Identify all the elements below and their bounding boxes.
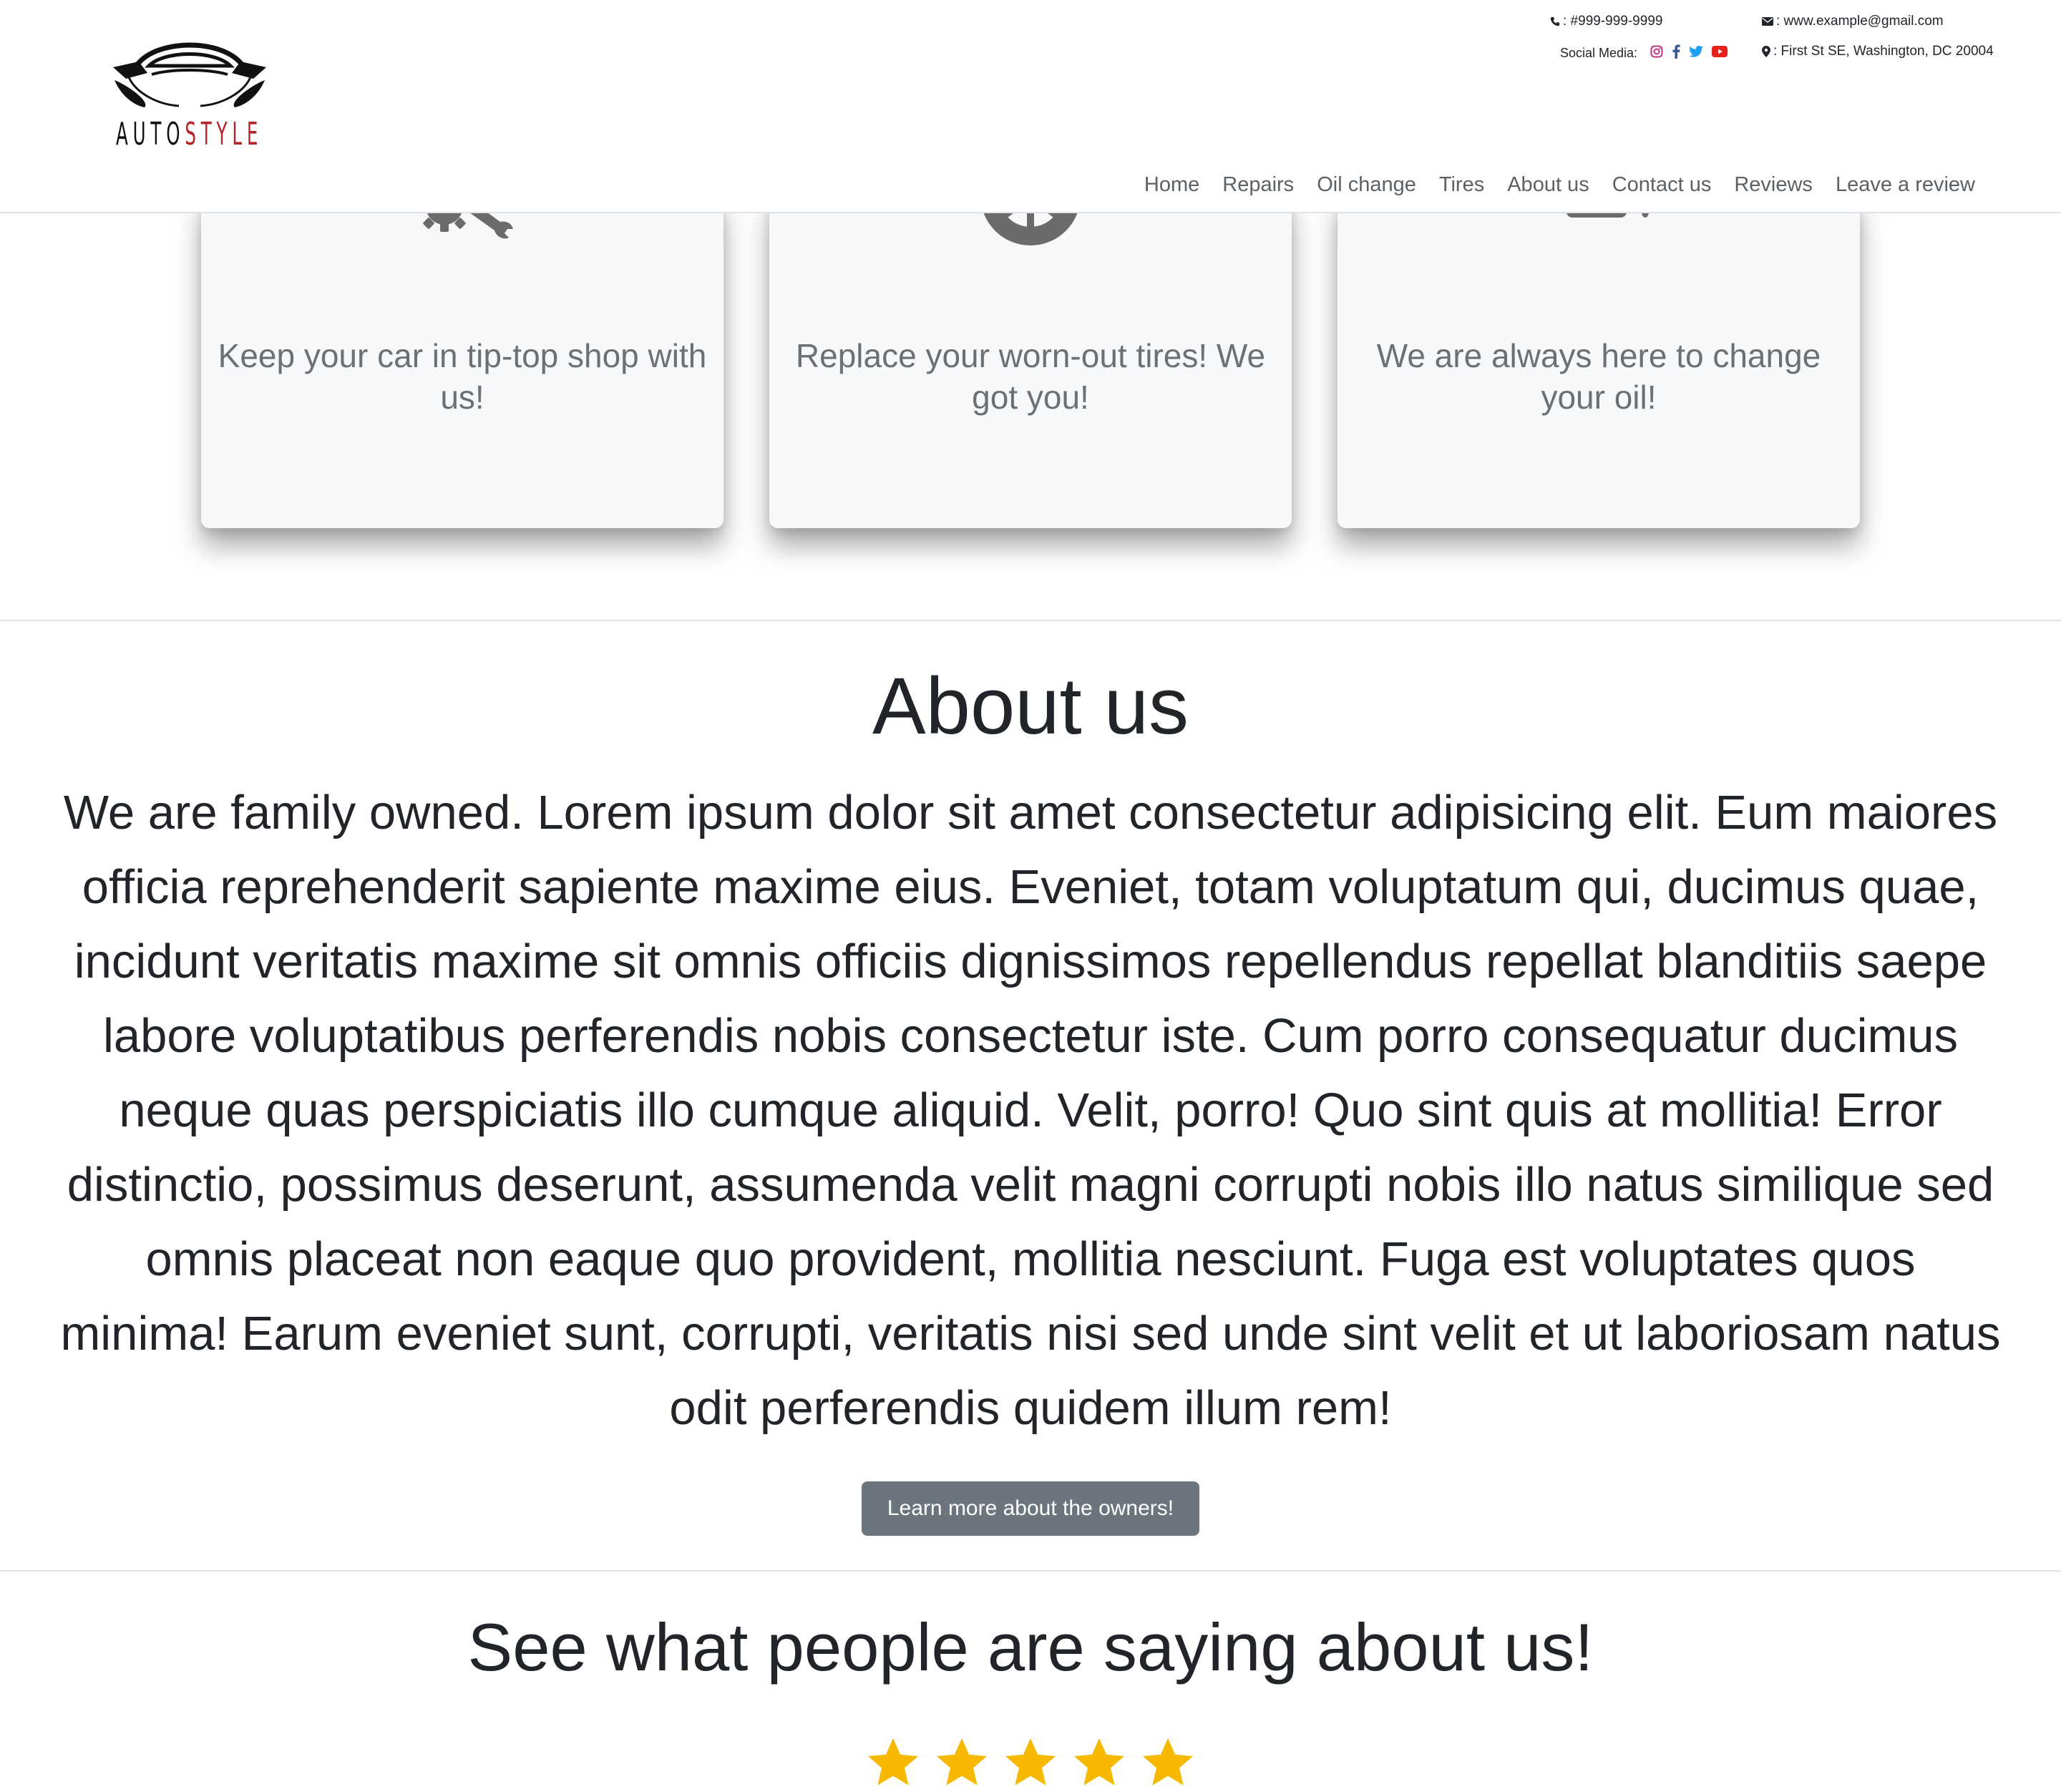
service-card-tires[interactable]: Replace your worn-out tires! We got you! xyxy=(769,192,1292,528)
contact-phone: : #999-999-9999 xyxy=(1550,14,1662,28)
social-media-label: Social Media: xyxy=(1560,46,1638,60)
star-icon xyxy=(1143,1738,1193,1786)
youtube-icon[interactable] xyxy=(1712,46,1728,61)
twitter-icon[interactable] xyxy=(1689,46,1704,61)
star-rating xyxy=(0,1735,2061,1792)
nav-contact-us[interactable]: Contact us xyxy=(1601,170,1723,199)
street-address: : First St SE, Washington, DC 20004 xyxy=(1773,44,1994,59)
star-icon xyxy=(1005,1738,1056,1786)
nav-tires[interactable]: Tires xyxy=(1428,170,1496,199)
brand-wordmark[interactable]: AUTOSTYLE xyxy=(116,119,263,150)
main-nav: Home Repairs Oil change Tires About us C… xyxy=(1133,170,1987,199)
brand-name-part2: STYLE xyxy=(185,116,263,152)
social-media: Social Media: xyxy=(1560,44,1728,62)
map-marker-icon xyxy=(1762,45,1770,57)
nav-oil-change[interactable]: Oil change xyxy=(1305,170,1428,199)
service-card-text: We are always here to change your oil! xyxy=(1376,337,1821,417)
envelope-icon xyxy=(1762,16,1773,26)
nav-leave-a-review[interactable]: Leave a review xyxy=(1824,170,1987,199)
brand-name-part1: AUTO xyxy=(116,116,185,152)
section-divider xyxy=(0,1570,2061,1572)
phone-number: : #999-999-9999 xyxy=(1563,14,1663,29)
about-title: About us xyxy=(872,661,1189,751)
star-icon xyxy=(1074,1738,1124,1786)
site-header: AUTOSTYLE : #999-999-9999 : www.example@… xyxy=(0,0,2061,213)
nav-home[interactable]: Home xyxy=(1133,170,1211,199)
service-card-oil-change[interactable]: We are always here to change your oil! xyxy=(1338,192,1860,528)
facebook-icon[interactable] xyxy=(1672,44,1680,62)
contact-address: : First St SE, Washington, DC 20004 xyxy=(1762,44,1994,58)
instagram-icon[interactable] xyxy=(1650,45,1663,62)
phone-icon xyxy=(1550,16,1560,26)
reviews-title: See what people are saying about us! xyxy=(467,1610,1594,1685)
learn-more-owners-button[interactable]: Learn more about the owners! xyxy=(862,1481,1199,1536)
nav-repairs[interactable]: Repairs xyxy=(1211,170,1305,199)
star-icon xyxy=(937,1738,987,1786)
nav-about-us[interactable]: About us xyxy=(1496,170,1600,199)
car-logo-icon xyxy=(113,42,266,107)
service-card-text: Replace your worn-out tires! We got you! xyxy=(795,337,1266,417)
service-card-repairs[interactable]: Keep your car in tip-top shop with us! xyxy=(201,192,723,528)
star-icon xyxy=(868,1738,918,1786)
services-section: Keep your car in tip-top shop with us! R… xyxy=(0,192,2061,621)
about-text: We are family owned. Lorem ipsum dolor s… xyxy=(60,786,2001,1435)
email-address: : www.example@gmail.com xyxy=(1776,14,1944,29)
contact-email: : www.example@gmail.com xyxy=(1762,14,1944,28)
nav-reviews[interactable]: Reviews xyxy=(1723,170,1824,199)
service-card-text: Keep your car in tip-top shop with us! xyxy=(218,337,707,417)
